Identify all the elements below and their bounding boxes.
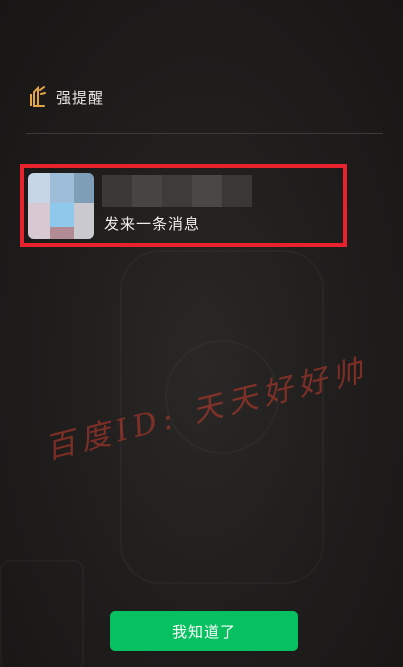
header-divider bbox=[26, 133, 383, 134]
background-shape bbox=[0, 560, 84, 667]
bell-icon bbox=[28, 85, 46, 108]
strong-reminder-screen: 强提醒 发来一条消息 百度ID: 天天好好帅 我知道了 bbox=[0, 0, 403, 667]
header-title: 强提醒 bbox=[56, 88, 105, 107]
reminder-header: 强提醒 bbox=[28, 85, 105, 108]
highlight-annotation-box bbox=[20, 164, 347, 247]
confirm-button[interactable]: 我知道了 bbox=[110, 611, 298, 651]
